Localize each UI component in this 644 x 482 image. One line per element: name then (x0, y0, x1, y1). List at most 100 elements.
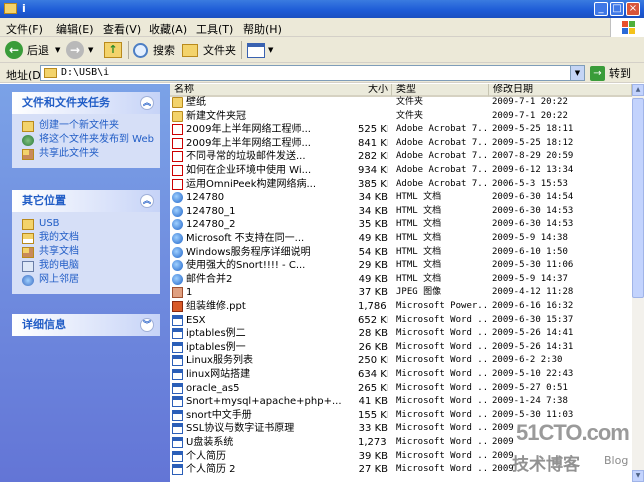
file-size: 41 KB (358, 396, 388, 408)
file-row[interactable]: 124780_2 35 KB HTML 文档 2009-6-30 14:53 (170, 218, 632, 232)
file-row[interactable]: 使用强大的Snort!!!! - C... 29 KB HTML 文档 2009-5-… (170, 259, 632, 273)
file-row[interactable]: iptables例一 26 KB Microsoft Word ... 2009-5-… (170, 341, 632, 355)
go-button[interactable]: → 转到 (590, 65, 631, 81)
folders-button[interactable]: 文件夹 (182, 40, 236, 60)
file-name: 124780_1 (186, 205, 236, 217)
file-row[interactable]: 组装维修.ppt 1,786 KB Microsoft Power... 2009-6… (170, 300, 632, 314)
file-size: 49 KB (358, 233, 388, 244)
details-header[interactable]: 详细信息 ︾ (12, 314, 160, 336)
address-input[interactable]: D:\USB\i ▼ (40, 65, 585, 81)
up-folder-button[interactable]: ↑ (104, 40, 122, 60)
watermark-blog-en: Blog (604, 454, 629, 467)
chevron-down-icon[interactable]: ▼ (268, 46, 273, 54)
file-row[interactable]: 2009年上半年网络工程师... 525 KB Adobe Acrobat 7...… (170, 123, 632, 137)
chevron-down-icon[interactable]: ▼ (88, 46, 93, 54)
file-size: 525 KB (358, 124, 388, 136)
file-name: iptables例一 (186, 341, 246, 353)
doc-file-icon (172, 423, 183, 435)
publish-web-icon (22, 135, 34, 146)
place-usb[interactable]: USB (22, 218, 154, 230)
file-size: 1,273 KB (358, 437, 388, 448)
menu-file[interactable]: 文件(F) (6, 21, 43, 37)
minimize-button[interactable]: _ (594, 2, 608, 16)
file-name: 新建文件夹冠 (186, 110, 246, 122)
file-row[interactable]: Snort+mysql+apache+php+... 41 KB Microsoft… (170, 395, 632, 409)
collapse-icon[interactable]: ︽ (140, 96, 154, 110)
file-row[interactable]: 运用OmniPeek构建网络病... 385 KB Adobe Acrobat 7.… (170, 178, 632, 192)
my-documents-icon (22, 233, 34, 244)
pdf-file-icon (172, 124, 183, 136)
menu-tools[interactable]: 工具(T) (196, 21, 233, 37)
html-file-icon (172, 260, 183, 272)
menu-favorites[interactable]: 收藏(A) (149, 21, 187, 37)
menu-edit[interactable]: 编辑(E) (56, 21, 94, 37)
task-publish-web[interactable]: 将这个文件夹发布到 Web (22, 134, 154, 146)
close-button[interactable]: × (626, 2, 640, 16)
scrollbar-thumb[interactable] (632, 98, 644, 298)
watermark: 51CTO.com 技术博客 Blog (512, 420, 640, 476)
views-icon (247, 42, 265, 58)
file-row[interactable]: 1 37 KB JPEG 图像 2009-4-12 11:28 (170, 286, 632, 300)
file-row[interactable]: 新建文件夹冠 文件夹 2009-7-1 20:22 (170, 110, 632, 124)
file-date: 2009-7-1 20:22 (492, 97, 568, 107)
place-network[interactable]: 网上邻居 (22, 274, 154, 286)
file-type: HTML 文档 (396, 233, 442, 243)
file-row[interactable]: 2009年上半年网络工程师... 841 KB Adobe Acrobat 7...… (170, 137, 632, 151)
file-tasks-header[interactable]: 文件和文件夹任务 ︽ (12, 92, 160, 114)
file-row[interactable]: Microsoft 不支持在同一... 49 KB HTML 文档 2009-5-9 … (170, 232, 632, 246)
chevron-down-icon[interactable]: ▼ (570, 66, 584, 80)
file-row[interactable]: 如何在企业环境中使用 Wi... 934 KB Adobe Acrobat 7...… (170, 164, 632, 178)
place-my-documents[interactable]: 我的文档 (22, 232, 154, 244)
file-date: 2009-7-1 20:22 (492, 110, 568, 121)
file-row[interactable]: Linux服务列表 250 KB Microsoft Word ... 2009-6-… (170, 354, 632, 368)
back-label: 后退 (27, 44, 49, 57)
details-panel: 详细信息 ︾ (12, 314, 160, 336)
place-shared-documents[interactable]: 共享文档 (22, 246, 154, 258)
maximize-button[interactable]: □ (610, 2, 624, 16)
menu-view[interactable]: 查看(V) (103, 21, 141, 37)
other-places-header[interactable]: 其它位置 ︽ (12, 190, 160, 212)
search-button[interactable]: 搜索 (133, 40, 175, 60)
folder-file-icon (172, 97, 183, 108)
expand-icon[interactable]: ︾ (140, 318, 154, 332)
file-row[interactable]: ESX 652 KB Microsoft Word ... 2009-6-30 15:… (170, 314, 632, 328)
menu-help[interactable]: 帮助(H) (243, 21, 282, 37)
title-bar[interactable]: i _ □ × (0, 0, 644, 18)
chevron-down-icon[interactable]: ▼ (55, 46, 60, 54)
folders-label: 文件夹 (203, 44, 236, 57)
file-size: 155 KB (358, 409, 388, 421)
file-date: 2009-6-16 16:32 (492, 301, 574, 311)
file-type: HTML 文档 (396, 219, 442, 230)
file-type: Microsoft Word ... (396, 437, 488, 447)
place-my-computer[interactable]: 我的电脑 (22, 260, 154, 272)
file-row[interactable]: 壁纸 文件夹 2009-7-1 20:22 (170, 96, 632, 110)
file-row[interactable]: 124780 34 KB HTML 文档 2009-6-30 14:54 (170, 191, 632, 205)
file-row[interactable]: iptables例二 28 KB Microsoft Word ... 2009-5-… (170, 327, 632, 341)
forward-button[interactable]: → ▼ (66, 40, 93, 60)
doc-file-icon (172, 382, 183, 394)
html-file-icon (172, 233, 183, 244)
doc-file-icon (172, 396, 183, 408)
views-button[interactable]: ▼ (247, 40, 273, 60)
task-new-folder[interactable]: 创建一个新文件夹 (22, 120, 154, 132)
file-size: 39 KB (358, 450, 388, 462)
file-row[interactable]: 邮件合并2 49 KB HTML 文档 2009-5-9 14:37 (170, 273, 632, 287)
file-row[interactable]: linux网站搭建 634 KB Microsoft Word ... 2009-5-… (170, 368, 632, 382)
file-row[interactable]: 124780_1 34 KB HTML 文档 2009-6-30 14:53 (170, 205, 632, 219)
collapse-icon[interactable]: ︽ (140, 194, 154, 208)
jpg-file-icon (172, 287, 183, 299)
pdf-file-icon (172, 165, 183, 176)
file-name: 运用OmniPeek构建网络病... (186, 178, 317, 190)
task-share-folder[interactable]: 共享此文件夹 (22, 148, 154, 160)
scroll-up-icon[interactable]: ▲ (632, 84, 644, 96)
file-row[interactable]: Windows服务程序详细说明 54 KB HTML 文档 2009-6-10 1:5… (170, 246, 632, 260)
file-row[interactable]: 不同寻常的垃圾邮件发送... 282 KB Adobe Acrobat 7... 20… (170, 150, 632, 164)
file-type: Adobe Acrobat 7... (396, 124, 488, 135)
file-name: 使用强大的Snort!!!! - C... (186, 260, 306, 272)
back-button[interactable]: ← 后退 ▼ (5, 40, 60, 60)
file-size: 34 KB (358, 192, 388, 204)
file-row[interactable]: oracle_as5 265 KB Microsoft Word ... 2009-5… (170, 382, 632, 396)
html-file-icon (172, 192, 183, 204)
pdf-file-icon (172, 137, 183, 149)
file-size: 26 KB (358, 341, 388, 353)
